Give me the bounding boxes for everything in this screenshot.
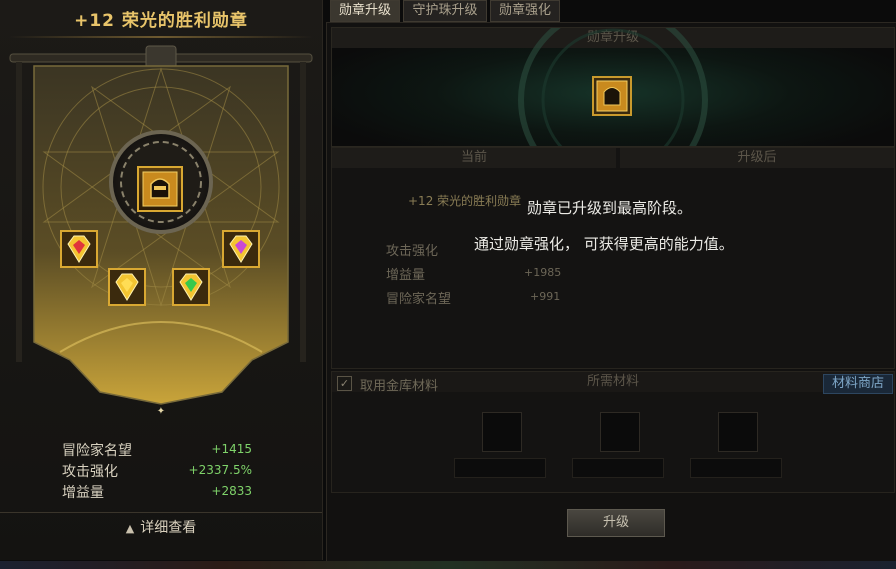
medal-banner: ✦ xyxy=(0,42,322,430)
bottom-hud-strip xyxy=(0,561,896,569)
cmp-label-fame: 冒险家名望 xyxy=(386,292,452,307)
upgrade-panel: 勋章升级 当前 升级后 +12 荣光的胜利勋章 攻击强化 增益量 +1985 冒… xyxy=(326,22,896,562)
upgrade-preview: 勋章升级 xyxy=(331,27,895,147)
max-level-message: 勋章已升级到最高阶段。 xyxy=(527,199,693,217)
current-item-name: +12 荣光的胜利勋章 xyxy=(408,194,522,208)
material-slot[interactable] xyxy=(718,412,758,452)
red-gem-icon xyxy=(67,235,91,263)
material-slot[interactable] xyxy=(600,412,640,452)
material-slot[interactable] xyxy=(482,412,522,452)
cmp-label-attack: 攻击强化 xyxy=(386,244,439,259)
title-divider xyxy=(8,36,314,38)
medal-info-panel: +12 荣光的胜利勋章 ✦ 冒险家名望 +1415 攻击强化 +2337.5% … xyxy=(0,0,323,560)
gem-slot-purple[interactable] xyxy=(222,230,260,268)
tab-orb-upgrade[interactable]: 守护珠升级 xyxy=(403,0,487,22)
comparison-area: 当前 升级后 +12 荣光的胜利勋章 攻击强化 增益量 +1985 冒险家名望 … xyxy=(331,147,895,369)
detail-view-button[interactable]: ▲ 详细查看 xyxy=(0,512,322,543)
gem-slot-yellow[interactable] xyxy=(108,268,146,306)
cmp-value-buff: +1985 xyxy=(524,266,562,279)
tab-medal-enhance[interactable]: 勋章强化 xyxy=(490,0,560,22)
cmp-label-buff: 增益量 xyxy=(386,268,426,283)
helmet-icon xyxy=(596,80,628,112)
material-count xyxy=(572,458,664,478)
material-shop-button[interactable]: 材料商店 xyxy=(823,374,893,394)
upgrade-medal-icon xyxy=(592,76,632,116)
material-count xyxy=(454,458,546,478)
stat-label: 增益量 xyxy=(62,485,104,501)
green-gem-icon xyxy=(179,273,203,301)
svg-text:✦: ✦ xyxy=(157,406,165,417)
material-count xyxy=(690,458,782,478)
upgrade-button[interactable]: 升级 xyxy=(567,509,665,537)
vault-materials-label: 取用金库材料 xyxy=(360,379,439,394)
yellow-gem-icon xyxy=(115,273,139,301)
medal-banner-art: ✦ xyxy=(9,45,313,417)
stat-label: 冒险家名望 xyxy=(62,443,132,459)
purple-gem-icon xyxy=(229,235,253,263)
after-upgrade-header: 升级后 xyxy=(620,148,894,168)
medal-icon[interactable] xyxy=(137,166,183,212)
vault-materials-checkbox[interactable]: ✓ xyxy=(337,376,352,391)
medal-title: +12 荣光的胜利勋章 xyxy=(74,11,248,31)
medal-stats: 冒险家名望 +1415 攻击强化 +2337.5% 增益量 +2833 xyxy=(62,440,262,503)
cmp-value-fame: +991 xyxy=(530,290,561,303)
gem-slot-red[interactable] xyxy=(60,230,98,268)
triangle-up-icon: ▲ xyxy=(125,522,135,535)
stat-value: +2833 xyxy=(211,484,252,498)
tab-medal-upgrade[interactable]: 勋章升级 xyxy=(330,0,400,22)
stat-value: +1415 xyxy=(211,442,252,456)
helmet-icon xyxy=(142,171,178,207)
enhance-hint-message: 通过勋章强化， 可获得更高的能力值。 xyxy=(474,235,734,253)
stat-row-fame: 冒险家名望 +1415 xyxy=(62,440,262,461)
stat-row-buff: 增益量 +2833 xyxy=(62,482,262,503)
stat-value: +2337.5% xyxy=(188,463,252,477)
current-header: 当前 xyxy=(332,148,616,168)
stat-label: 攻击强化 xyxy=(62,464,118,480)
gem-slot-green[interactable] xyxy=(172,268,210,306)
detail-view-label: 详细查看 xyxy=(140,520,197,536)
stat-row-attack: 攻击强化 +2337.5% xyxy=(62,461,262,482)
